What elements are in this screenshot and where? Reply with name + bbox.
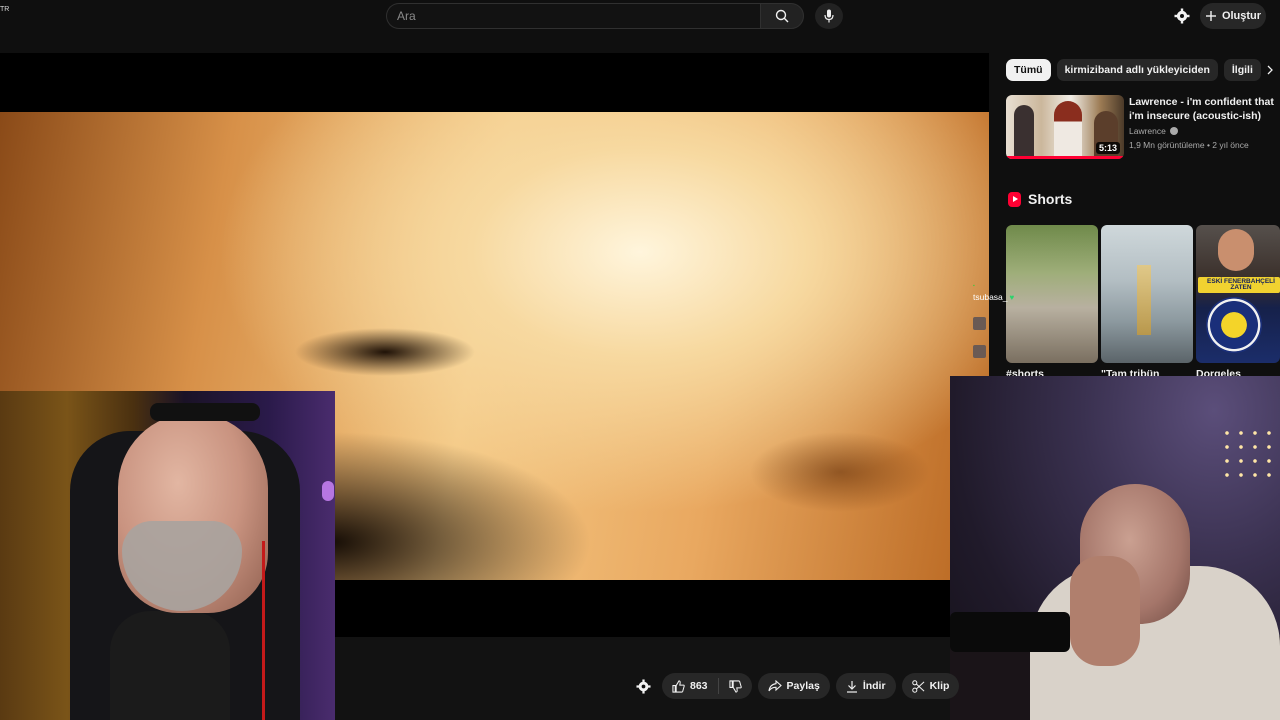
- share-icon: [767, 680, 782, 692]
- gear-icon: [635, 678, 651, 694]
- search-button[interactable]: [760, 3, 804, 29]
- search-box[interactable]: [386, 3, 760, 29]
- heart-icon: ♥: [1009, 292, 1015, 302]
- mic-icon: [824, 9, 834, 23]
- settings-button[interactable]: [630, 673, 656, 699]
- clip-label: Klip: [929, 680, 950, 692]
- like-button[interactable]: 863: [662, 673, 718, 699]
- club-crest-icon: [1206, 297, 1262, 353]
- microphone: [950, 612, 1070, 652]
- share-button[interactable]: Paylaş: [757, 673, 830, 699]
- video-title[interactable]: Lawrence - i'm confident that i'm insecu…: [1129, 95, 1277, 123]
- dislike-button[interactable]: [719, 673, 752, 699]
- download-button[interactable]: İndir: [835, 673, 896, 699]
- stream-chat-overlay: ▪ tsubasa_ ♥: [973, 283, 1029, 367]
- filter-chips: Tümü kirmiziband adlı yükleyiciden İlgil…: [1006, 59, 1261, 81]
- channel-name[interactable]: Lawrence: [1129, 126, 1178, 136]
- webcam-left: [0, 391, 335, 720]
- chip-from-uploader[interactable]: kirmiziband adlı yükleyiciden: [1056, 59, 1218, 81]
- clip-button[interactable]: Klip: [901, 673, 960, 699]
- thumbs-down-icon: [728, 679, 742, 693]
- download-label: İndir: [862, 680, 886, 692]
- search-icon: [775, 9, 789, 23]
- like-count: 863: [690, 680, 708, 692]
- shorts-icon: [1008, 191, 1021, 207]
- chat-row: [973, 345, 986, 358]
- video-actions: 863 Paylaş İndir Klip: [630, 673, 960, 699]
- chip-all[interactable]: Tümü: [1006, 59, 1051, 81]
- short-thumbnail-2[interactable]: [1101, 225, 1193, 363]
- create-label: Oluştur: [1221, 10, 1262, 22]
- avatar: [973, 317, 986, 330]
- watch-progress-bar: [1006, 156, 1124, 159]
- scissors-icon: [911, 679, 924, 693]
- share-label: Paylaş: [786, 680, 820, 692]
- video-meta: 1,9 Mn görüntüleme • 2 yıl önce: [1129, 140, 1249, 150]
- chips-next-button[interactable]: [1262, 62, 1278, 78]
- settings-button[interactable]: [1172, 6, 1192, 26]
- chat-row: ▪: [973, 283, 975, 289]
- chevron-right-icon: [1267, 65, 1273, 75]
- shorts-header: Shorts: [1008, 191, 1072, 207]
- short-thumbnail-3[interactable]: ESKİ FENERBAHÇELİ ZATEN: [1196, 225, 1280, 363]
- chat-meta: ▪: [973, 283, 975, 289]
- thumbs-up-icon: [672, 679, 685, 693]
- shorts-heading: Shorts: [1028, 191, 1073, 207]
- download-icon: [846, 680, 857, 693]
- sunglasses: [150, 403, 260, 421]
- video-thumbnail[interactable]: 5:13: [1006, 95, 1124, 159]
- short-overlay-badge: ESKİ FENERBAHÇELİ ZATEN: [1198, 277, 1280, 293]
- avatar: [973, 345, 986, 358]
- search-input[interactable]: [387, 4, 760, 28]
- verified-icon: [1169, 127, 1178, 135]
- top-bar: TR Oluştur: [0, 0, 1280, 52]
- create-button[interactable]: Oluştur: [1200, 3, 1266, 29]
- channel-label: Lawrence: [1129, 126, 1166, 136]
- duration-badge: 5:13: [1095, 142, 1120, 154]
- related-sidebar: Tümü kirmiziband adlı yükleyiciden İlgil…: [1000, 53, 1280, 383]
- locale-badge: TR: [0, 6, 10, 13]
- chat-message: tsubasa_ ♥: [973, 292, 1014, 302]
- voice-search-button[interactable]: [815, 3, 843, 29]
- short-badge-text: ESKİ FENERBAHÇELİ ZATEN: [1207, 278, 1275, 291]
- plus-icon: [1205, 11, 1216, 21]
- gear-icon: [1174, 8, 1190, 24]
- string-lights: [1220, 426, 1280, 486]
- webcam-right: [950, 376, 1280, 720]
- chip-related[interactable]: İlgili: [1223, 59, 1261, 81]
- chat-row: [973, 317, 986, 330]
- recommended-video[interactable]: 5:13 Lawrence - i'm confident that i'm i…: [1006, 95, 1276, 161]
- chat-username: tsubasa_: [973, 292, 1008, 302]
- like-dislike-group: 863: [662, 673, 752, 699]
